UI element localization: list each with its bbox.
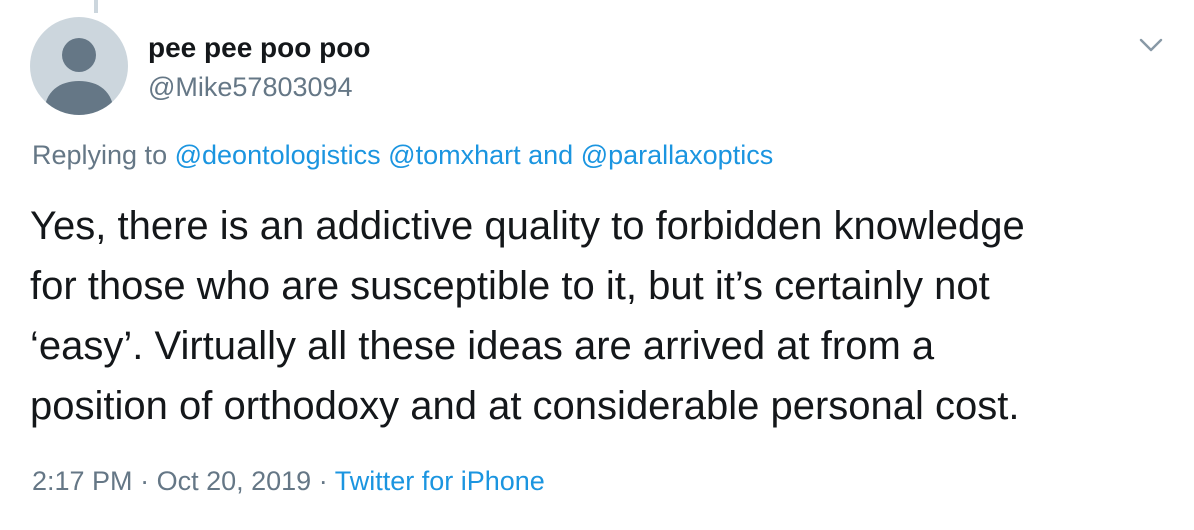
tweet-text-line: Yes, there is an addictive quality to fo… — [30, 204, 1025, 248]
chevron-down-icon — [1139, 38, 1163, 52]
thread-connector-line — [94, 0, 98, 13]
tweet-source-link[interactable]: Twitter for iPhone — [335, 466, 545, 496]
tweet-menu-button[interactable] — [1136, 30, 1166, 60]
meta-separator: · — [140, 466, 150, 496]
reply-context-prefix: Replying to — [32, 140, 168, 170]
reply-context-and[interactable]: and — [528, 140, 573, 170]
tweet-text-line: for those who are susceptible to it, but… — [30, 264, 990, 308]
mention-link-parallaxoptics[interactable]: @parallaxoptics — [581, 140, 774, 170]
tweet-date[interactable]: Oct 20, 2019 — [157, 466, 312, 496]
meta-separator: · — [318, 466, 328, 496]
avatar[interactable] — [30, 17, 128, 115]
tweet-text-line: position of orthodoxy and at considerabl… — [30, 384, 1020, 428]
tweet-metadata: 2:17 PM · Oct 20, 2019 · Twitter for iPh… — [32, 466, 545, 497]
mention-link-tomxhart[interactable]: @tomxhart — [388, 140, 520, 170]
tweet-text-line: ‘easy’. Virtually all these ideas are ar… — [30, 324, 935, 368]
default-profile-icon — [44, 38, 114, 115]
tweet-time[interactable]: 2:17 PM — [32, 466, 133, 496]
reply-context: Replying to @deontologistics @tomxhart a… — [32, 140, 773, 171]
tweet-text: Yes, there is an addictive quality to fo… — [30, 196, 1170, 436]
author-display-name[interactable]: pee pee poo poo — [148, 32, 370, 64]
mention-link-deontologistics[interactable]: @deontologistics — [175, 140, 381, 170]
author-handle[interactable]: @Mike57803094 — [148, 72, 353, 103]
